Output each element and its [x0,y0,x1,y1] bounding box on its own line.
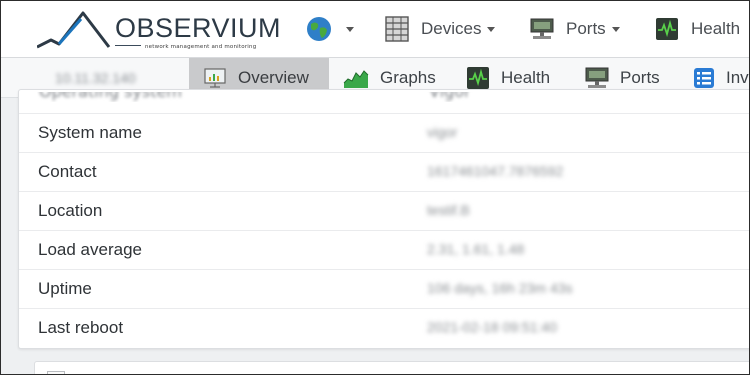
chevron-down-icon [346,26,354,32]
panel-checkbox[interactable] [47,371,65,374]
nav-devices-label: Devices [421,19,482,38]
logo-wordmark: OBSERVIUM [115,13,282,43]
tab-inventory-label: Inv [726,68,749,87]
heartbeat-icon [656,18,678,40]
table-row: Load average 2.31, 1.61, 1.48 [19,230,749,269]
chevron-down-icon [611,26,620,32]
row-label: Last reboot [38,318,124,337]
app-window: OBSERVIUM network management and monitor… [0,0,750,375]
row-value: 2021-02-18 09:51:40 [427,319,557,335]
row-value: 106 days, 16h 23m 43s [427,280,573,296]
nav-health-label: Health [691,19,741,38]
observium-logo[interactable]: OBSERVIUM network management and monitor… [37,7,281,53]
logo-divider [115,45,141,46]
partially-hidden-row: Operating system Vigor [37,92,749,102]
table-row: Location testif.B [19,191,749,230]
device-overview-panel: Operating system Vigor System name vigor… [18,89,749,349]
logo-mountain-icon [37,11,111,49]
row-label: Uptime [38,279,92,298]
globe-icon [307,17,331,41]
logo-tagline: network management and monitoring [145,44,257,50]
table-row: System name vigor [19,113,749,152]
tab-ports-label: Ports [620,68,660,87]
nav-ports-label: Ports [566,19,606,38]
tab-health-label: Health [501,68,551,87]
nav-globe-menu[interactable] [306,15,354,43]
row-value: vigor [427,124,458,140]
table-row: Uptime 106 days, 16h 23m 43s [19,269,749,308]
row-value: 2.31, 1.61, 1.48 [427,241,525,257]
tab-graphs-label: Graphs [380,68,436,87]
nav-health-menu[interactable]: Health [655,15,740,43]
cut-row-label: Operating system [39,92,182,101]
table-row: Last reboot 2021-02-18 09:51:40 [19,308,749,347]
nav-devices-menu[interactable]: Devices [385,15,496,43]
chevron-down-icon [487,26,496,32]
network-port-icon [530,18,554,39]
table-row: Contact 1617461047.7876592 [19,152,749,191]
row-value: testif.B [427,202,470,218]
row-label: System name [38,123,142,142]
heartbeat-icon [467,67,489,89]
row-label: Load average [38,240,142,259]
row-label: Location [38,201,103,220]
overview-chart-icon [204,68,226,88]
row-value: 1617461047.7876592 [427,163,564,179]
inventory-list-icon [694,68,714,88]
area-graph-icon [343,70,369,88]
cut-row-value: Vigor [429,92,471,101]
row-label: Contact [38,162,97,181]
tab-overview-label: Overview [238,68,309,87]
server-rack-icon [385,16,409,42]
nav-ports-menu[interactable]: Ports [530,15,620,43]
top-navbar: OBSERVIUM network management and monitor… [1,1,749,58]
next-panel [34,361,749,374]
network-port-icon [585,67,609,88]
